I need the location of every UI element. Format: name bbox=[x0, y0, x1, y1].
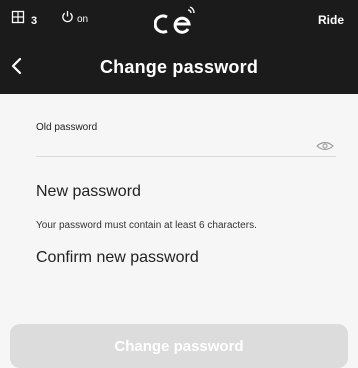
old-password-label: Old password bbox=[36, 122, 98, 133]
top-bar: 3 on Ride bbox=[0, 0, 358, 42]
page-title: Change password bbox=[99, 57, 259, 77]
eye-icon[interactable] bbox=[316, 139, 334, 151]
old-password-field[interactable] bbox=[36, 134, 336, 156]
map-counter[interactable]: 3 bbox=[11, 10, 37, 31]
brand-logo bbox=[153, 4, 198, 36]
change-password-button[interactable]: Change password bbox=[10, 324, 348, 368]
power-icon bbox=[61, 10, 74, 28]
old-password-divider bbox=[36, 156, 336, 157]
ride-button[interactable]: Ride bbox=[318, 13, 344, 27]
power-text: on bbox=[77, 13, 89, 25]
power-toggle[interactable]: on bbox=[61, 10, 88, 28]
app-header: 3 on Ride Change password bbox=[0, 0, 358, 94]
confirm-password-field[interactable]: Confirm new password bbox=[36, 249, 199, 267]
password-hint: Your password must contain at least 6 ch… bbox=[36, 220, 257, 231]
map-icon bbox=[11, 10, 27, 31]
count-text: 3 bbox=[31, 14, 38, 27]
new-password-field[interactable]: New password bbox=[36, 183, 141, 201]
